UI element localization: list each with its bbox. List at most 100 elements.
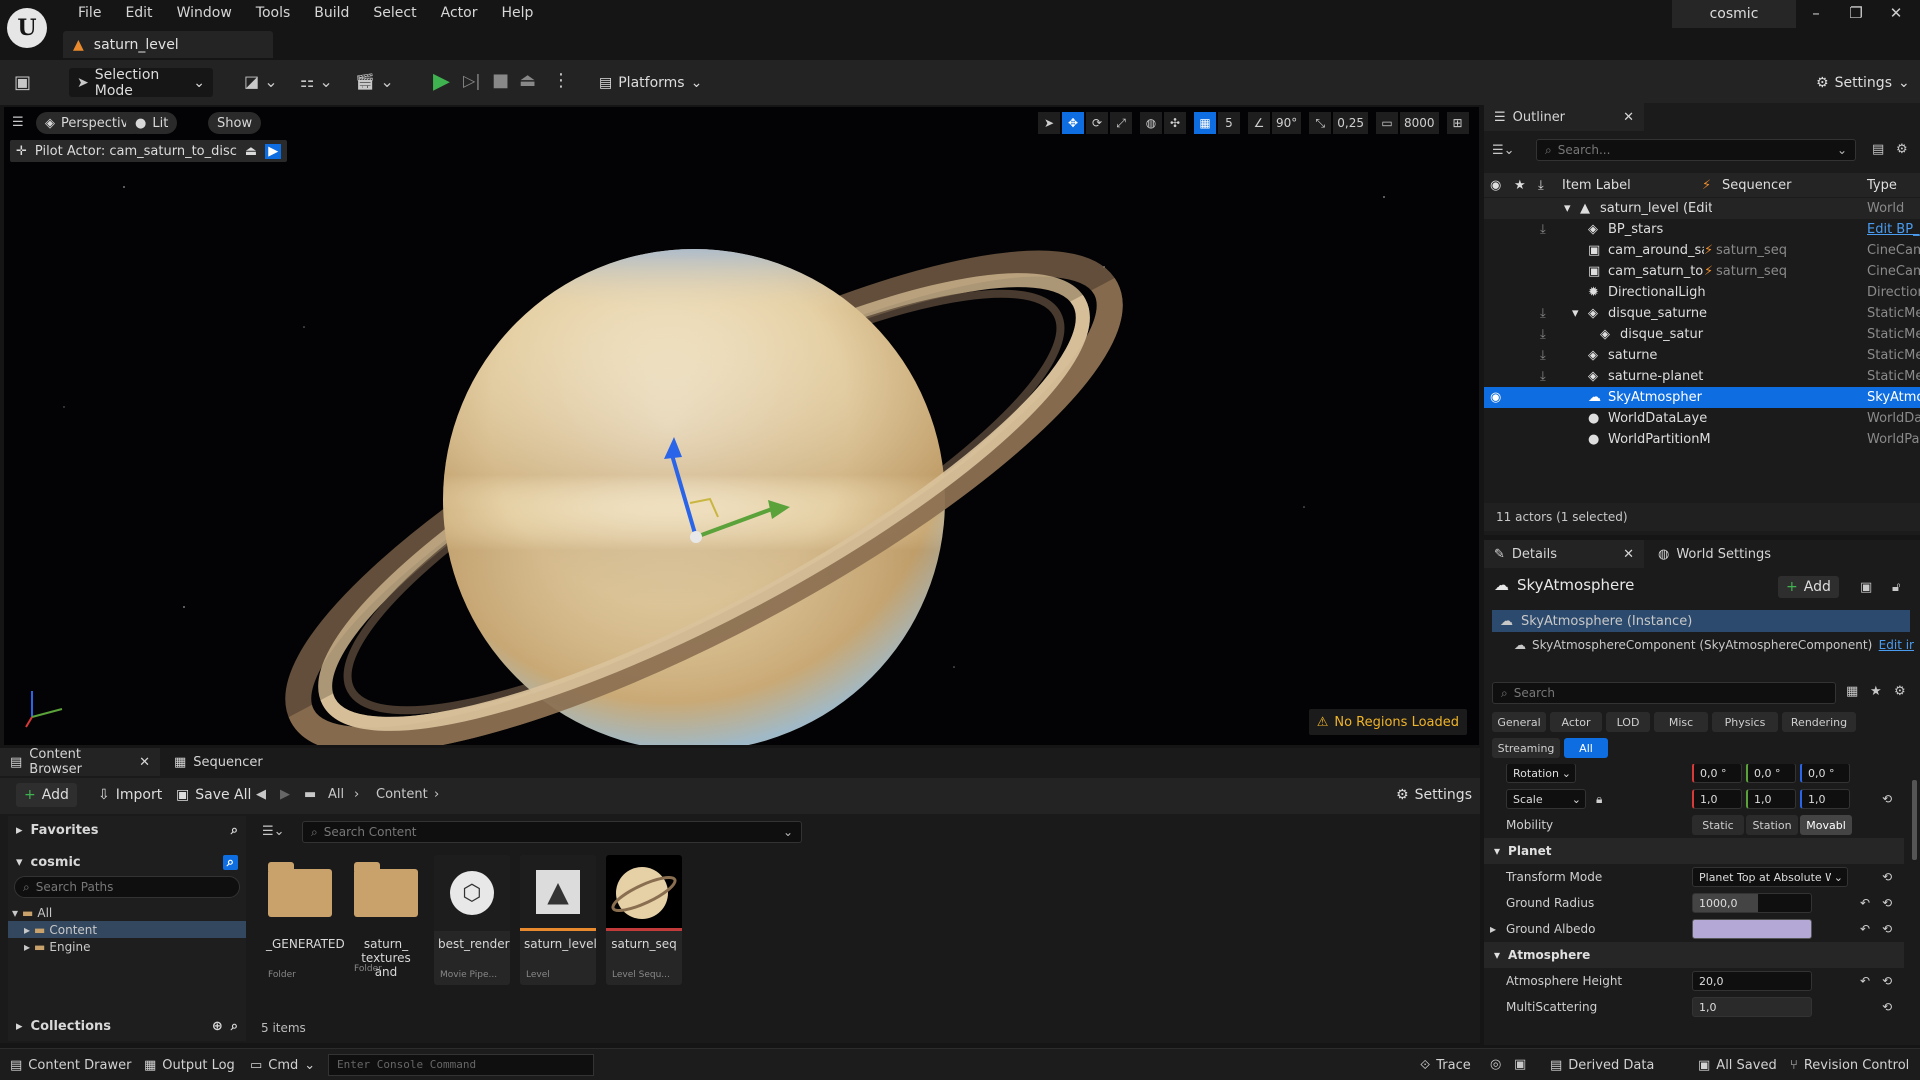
grid-snap-icon[interactable]: ▦ — [1194, 112, 1216, 134]
screenshot-icon[interactable]: ▣ — [1514, 1057, 1526, 1072]
component-row[interactable]: ☁ SkyAtmosphereComponent (SkyAtmosphereC… — [1514, 634, 1914, 656]
details-scrollbar[interactable] — [1912, 780, 1917, 860]
outliner-type-link[interactable]: Edit BP_ — [1867, 222, 1920, 237]
cb-settings-button[interactable]: ⚙ Settings — [1388, 783, 1480, 807]
scale-snap-value[interactable]: 0,25 — [1333, 112, 1368, 134]
reset-icon[interactable]: ⟲ — [1882, 792, 1892, 806]
cmd-dropdown[interactable]: ▭ Cmd ⌄ — [250, 1055, 315, 1075]
mobility-static[interactable]: Static — [1692, 815, 1744, 835]
col-type[interactable]: Type — [1867, 178, 1897, 193]
close-tab-icon[interactable]: ✕ — [139, 755, 150, 770]
surface-snap-icon[interactable]: ✣ — [1164, 112, 1186, 134]
select-tool-icon[interactable]: ➤ — [1038, 112, 1060, 134]
rotate-tool-icon[interactable]: ⟳ — [1086, 112, 1108, 134]
revert-icon[interactable]: ↶ — [1860, 922, 1870, 936]
cat-general[interactable]: General — [1492, 712, 1546, 732]
edit-in-link[interactable]: Edit ir — [1879, 638, 1914, 652]
search-icon[interactable]: ⌕ — [231, 823, 238, 838]
col-sequencer[interactable]: Sequencer — [1722, 178, 1791, 193]
eject-icon[interactable]: ⏏ — [519, 70, 536, 91]
selection-mode-dropdown[interactable]: ➤ Selection Mode ⌄ — [69, 67, 213, 99]
transform-mode-dropdown[interactable]: Planet Top at Absolute W ⌄ — [1692, 867, 1848, 887]
asset-tile[interactable]: saturn_ textures and Folder — [348, 855, 424, 985]
restore-icon[interactable]: ❐ — [1836, 4, 1876, 28]
outliner-tab[interactable]: ☰ Outliner ✕ — [1484, 103, 1644, 131]
cat-all[interactable]: All — [1564, 738, 1608, 758]
blueprint-icon[interactable]: ⚏ ⌄ — [300, 72, 333, 91]
filter-icon[interactable]: ☰⌄ — [262, 824, 285, 839]
outliner-row-selected[interactable]: ◉ ☁ SkyAtmospher SkyAtmo — [1484, 387, 1920, 408]
search-paths-input[interactable]: ⌕ Search Paths — [14, 876, 240, 898]
lit-button[interactable]: ● Lit — [126, 112, 178, 134]
outliner-row[interactable]: ✹ DirectionalLigh Direction — [1484, 282, 1920, 303]
menu-actor[interactable]: Actor — [429, 4, 490, 22]
outliner-row[interactable]: ▣ cam_saturn_to ⚡ saturn_seq CineCam — [1484, 261, 1920, 282]
details-search-input[interactable]: ⌕ Search — [1492, 682, 1836, 704]
rotation-x-field[interactable]: 0,0 ° — [1692, 764, 1742, 783]
angle-snap-icon[interactable]: ∠ — [1248, 112, 1270, 134]
stop-icon[interactable]: ■ — [492, 70, 509, 91]
scale-tool-icon[interactable]: ⤢ — [1110, 112, 1132, 134]
atmosphere-height-field[interactable]: 20,0 — [1692, 971, 1812, 991]
output-log-button[interactable]: ▦ Output Log — [144, 1055, 235, 1075]
back-icon[interactable]: ◀ — [256, 787, 266, 802]
planet-section[interactable]: ▾ Planet — [1484, 838, 1904, 864]
table-view-icon[interactable]: ▦ — [1846, 684, 1858, 699]
tree-item-content[interactable]: ▸ ▬ Content — [8, 921, 246, 938]
camera-speed-value[interactable]: 8000 — [1400, 112, 1439, 134]
gear-icon[interactable]: ⚙ — [1894, 684, 1906, 699]
pin-icon[interactable]: ⤓ — [1540, 306, 1546, 321]
rotation-z-field[interactable]: 0,0 ° — [1800, 764, 1850, 783]
breadcrumb-all[interactable]: All — [328, 787, 344, 802]
outliner-row[interactable]: ⤓ ◈ BP_stars Edit BP_ — [1484, 219, 1920, 240]
menu-build[interactable]: Build — [302, 4, 361, 22]
content-browser-tab[interactable]: ▤ Content Browser ✕ — [0, 747, 160, 777]
outliner-row[interactable]: ⤓ ◈ saturne StaticMe — [1484, 345, 1920, 366]
pin-icon[interactable]: ⤓ — [1540, 327, 1546, 342]
chevron-right-icon[interactable]: ▸ — [1490, 922, 1496, 936]
all-saved-button[interactable]: ▣ All Saved — [1698, 1055, 1777, 1075]
breadcrumb-chevron-icon[interactable]: › — [434, 787, 439, 802]
outliner-row[interactable]: ⤓ ▾ ◈ disque_saturne StaticMe — [1484, 303, 1920, 324]
cat-physics[interactable]: Physics — [1712, 712, 1778, 732]
outliner-row[interactable]: ⤓ ◈ saturne-planet StaticMe — [1484, 366, 1920, 387]
star-icon[interactable]: ★ — [1870, 684, 1882, 699]
forward-icon[interactable]: ▶ — [280, 787, 290, 802]
save-icon[interactable]: ▣ — [14, 72, 31, 93]
tree-item-all[interactable]: ▾ ▬ All — [8, 904, 246, 921]
asset-tile[interactable]: saturn_seq Level Sequ... — [606, 855, 682, 985]
menu-window[interactable]: Window — [165, 4, 244, 22]
menu-help[interactable]: Help — [489, 4, 545, 22]
viewport-menu-icon[interactable]: ☰ — [12, 115, 24, 130]
cat-streaming[interactable]: Streaming — [1492, 738, 1560, 758]
menu-select[interactable]: Select — [361, 4, 428, 22]
play-icon[interactable]: ▶ — [433, 69, 450, 94]
cat-lod[interactable]: LOD — [1606, 712, 1650, 732]
outliner-row[interactable]: ▾ ▲ saturn_level (Edit World — [1484, 198, 1920, 219]
menu-file[interactable]: File — [66, 4, 113, 22]
scale-z-field[interactable]: 1,0 — [1800, 789, 1850, 809]
lock-icon[interactable]: 🔓︎ — [1892, 580, 1900, 595]
filter-icon[interactable]: ☰⌄ — [1492, 143, 1515, 158]
derived-data-button[interactable]: ▤ Derived Data — [1550, 1055, 1654, 1075]
asset-tile[interactable]: ⬡ best_render Movie Pipe... — [434, 855, 510, 985]
scale-snap-icon[interactable]: ⤡ — [1309, 112, 1332, 134]
minimize-icon[interactable]: – — [1796, 4, 1836, 28]
camera-speed-icon[interactable]: ▭ — [1376, 112, 1398, 134]
close-icon[interactable]: ✕ — [1876, 4, 1916, 28]
tree-item-engine[interactable]: ▸ ▬ Engine — [8, 938, 246, 955]
reset-icon[interactable]: ⟲ — [1882, 870, 1892, 884]
show-button[interactable]: Show — [208, 112, 262, 134]
outliner-row[interactable]: ⤓ ◈ disque_satur StaticMe — [1484, 324, 1920, 345]
outliner-row[interactable]: ● WorldDataLaye WorldDa — [1484, 408, 1920, 429]
step-icon[interactable]: ▷| — [463, 71, 481, 90]
level-tab[interactable]: ▲ saturn_level — [63, 31, 273, 58]
level-viewport[interactable]: ☰ ◈ Perspective ● Lit Show ➤ ✥ ⟳ ⤢ ◍ ✣ ▦… — [4, 107, 1479, 745]
blueprint-icon[interactable]: ▣ — [1860, 580, 1872, 595]
revision-control-button[interactable]: ⑂ Revision Control — [1790, 1055, 1909, 1075]
revert-icon[interactable]: ↶ — [1860, 974, 1870, 988]
atmosphere-section[interactable]: ▾ Atmosphere — [1484, 942, 1904, 968]
revert-icon[interactable]: ↶ — [1860, 896, 1870, 910]
cat-actor[interactable]: Actor — [1550, 712, 1602, 732]
camera-lock-icon[interactable]: ▶ — [265, 143, 282, 159]
